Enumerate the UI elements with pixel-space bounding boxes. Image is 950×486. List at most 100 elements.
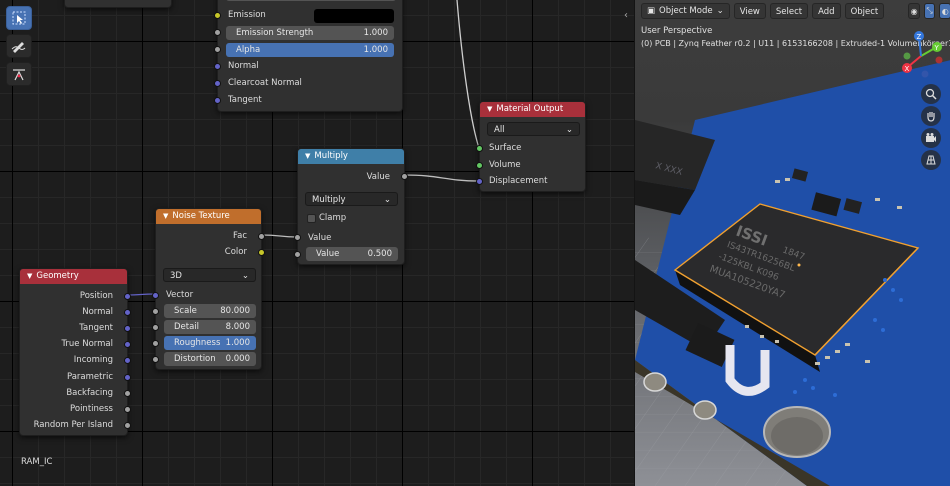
distortion-socket[interactable] (152, 356, 159, 363)
incoming-socket[interactable] (124, 357, 131, 364)
pointiness-socket[interactable] (124, 406, 131, 413)
multiply-output-socket[interactable] (401, 173, 408, 180)
principled-top-field[interactable] (226, 0, 396, 1)
emission-color-field[interactable] (314, 9, 394, 23)
position-socket[interactable] (124, 293, 131, 300)
color-socket[interactable] (258, 249, 265, 256)
clamp-checkbox[interactable] (307, 214, 316, 223)
volume-socket[interactable] (476, 162, 483, 169)
select-box-tool[interactable] (6, 6, 32, 30)
object-menu[interactable]: Object (844, 3, 885, 19)
multiply-value-field[interactable]: Value 0.500 (306, 247, 398, 261)
true-normal-output: True Normal (61, 339, 113, 349)
overlay-icon: ◐ (941, 6, 949, 16)
neg-y-handle (903, 52, 911, 60)
collapse-arrow-icon[interactable]: ▼ (27, 269, 32, 284)
alpha-socket[interactable] (214, 46, 221, 53)
parametric-socket[interactable] (124, 374, 131, 381)
magnifier-icon (925, 88, 937, 100)
vector-socket[interactable] (152, 292, 159, 299)
multiply-title: Multiply (314, 151, 348, 161)
camera-view-button[interactable] (921, 128, 941, 148)
collapse-arrow-icon[interactable]: ▼ (163, 209, 168, 224)
navigation-gizmo[interactable]: X Y Z (895, 30, 947, 78)
overlay-toggle[interactable]: ◐ (939, 3, 950, 19)
backfacing-socket[interactable] (124, 390, 131, 397)
math-multiply-node[interactable]: ▼ Multiply Value Multiply ⌄ Clamp Value V… (294, 148, 408, 265)
roughness-field[interactable]: Roughness 1.000 (164, 336, 256, 350)
detail-socket[interactable] (152, 324, 159, 331)
noise-texture-header[interactable]: ▼ Noise Texture (156, 209, 261, 224)
normal-output-socket[interactable] (124, 309, 131, 316)
links-cut-tool[interactable] (6, 62, 32, 86)
chevron-down-icon: ⌄ (716, 6, 724, 16)
viewport-header: ▣ Object Mode ⌄ View Select Add Object ◉… (635, 0, 950, 22)
random-per-island-output: Random Per Island (33, 420, 113, 430)
collapse-arrow-icon[interactable]: ▼ (305, 149, 310, 164)
collapse-arrow-icon[interactable]: ▼ (487, 102, 492, 117)
material-output-node[interactable]: ▼ Material Output All ⌄ Surface Volume Di… (476, 101, 586, 192)
fac-socket[interactable] (258, 233, 265, 240)
chevron-down-icon: ⌄ (565, 125, 573, 135)
zoom-button[interactable] (921, 84, 941, 104)
distortion-field[interactable]: Distortion 0.000 (164, 352, 256, 366)
perspective-toggle-button[interactable] (921, 150, 941, 170)
tangent-output-socket[interactable] (124, 325, 131, 332)
3d-viewport[interactable]: ISSI 1847 IS43TR16256BL -125KBL K096 MUA… (634, 0, 950, 486)
multiply-input-socket-1[interactable] (294, 234, 301, 241)
multiply-value-number: 0.500 (367, 249, 392, 259)
mount-hole-2 (693, 400, 717, 420)
surface-socket[interactable] (476, 145, 483, 152)
principled-bsdf-node[interactable]: Emission Emission Strength 1.000 Alpha 1… (214, 0, 403, 112)
material-output-header[interactable]: ▼ Material Output (480, 102, 585, 117)
link-geometry-to-noise (127, 293, 156, 296)
alpha-label: Alpha (236, 45, 261, 55)
target-value: All (494, 125, 505, 135)
alpha-field[interactable]: Alpha 1.000 (226, 43, 394, 57)
displacement-socket[interactable] (476, 178, 483, 185)
emission-strength-value: 1.000 (363, 28, 388, 38)
clearcoat-normal-label: Clearcoat Normal (228, 78, 302, 88)
multiply-header[interactable]: ▼ Multiply (298, 149, 404, 164)
surface-label: Surface (489, 143, 522, 153)
true-normal-socket[interactable] (124, 341, 131, 348)
geometry-header[interactable]: ▼ Geometry (20, 269, 127, 284)
hand-icon (927, 112, 935, 122)
displacement-label: Displacement (489, 176, 548, 186)
dimensions-select[interactable]: 3D ⌄ (163, 268, 256, 282)
shader-node-editor[interactable]: Emission Emission Strength 1.000 Alpha 1… (0, 0, 634, 486)
emission-strength-socket[interactable] (214, 29, 221, 36)
object-mode-dropdown[interactable]: ▣ Object Mode ⌄ (641, 3, 730, 19)
geometry-node[interactable]: ▼ Geometry Position Normal Tangent True N… (19, 268, 131, 436)
normal-socket[interactable] (214, 63, 221, 70)
sidebar-toggle-icon[interactable]: ‹ (624, 10, 628, 21)
pan-button[interactable] (921, 106, 941, 126)
multiply-input-label: Value (308, 233, 332, 243)
noise-texture-node[interactable]: ▼ Noise Texture Fac Color 3D ⌄ Vector Sca… (152, 208, 265, 370)
emission-socket[interactable] (214, 12, 221, 19)
distortion-value: 0.000 (225, 354, 250, 364)
scale-socket[interactable] (152, 308, 159, 315)
random-per-island-socket[interactable] (124, 422, 131, 429)
partial-node-top[interactable] (64, 0, 172, 8)
annotate-tool[interactable] (6, 34, 32, 58)
add-menu[interactable]: Add (812, 3, 841, 19)
object-origin (797, 263, 801, 267)
tangent-socket[interactable] (214, 97, 221, 104)
view-menu[interactable]: View (733, 3, 766, 19)
roughness-socket[interactable] (152, 340, 159, 347)
clearcoat-normal-socket[interactable] (214, 80, 221, 87)
cursor-icon (12, 11, 26, 25)
material-output-target-select[interactable]: All ⌄ (487, 122, 580, 136)
detail-field[interactable]: Detail 8.000 (164, 320, 256, 334)
emission-strength-field[interactable]: Emission Strength 1.000 (226, 26, 394, 40)
visibility-toggle[interactable]: ◉ (908, 3, 920, 19)
emission-strength-label: Emission Strength (236, 28, 314, 38)
operation-select[interactable]: Multiply ⌄ (305, 192, 398, 206)
detail-label: Detail (174, 322, 200, 332)
gizmo-toggle[interactable]: ⤡ (923, 3, 936, 19)
multiply-input-socket-2[interactable] (294, 251, 301, 258)
gizmo-icon: ⤡ (926, 6, 933, 15)
select-menu[interactable]: Select (769, 3, 809, 19)
scale-field[interactable]: Scale 80.000 (164, 304, 256, 318)
